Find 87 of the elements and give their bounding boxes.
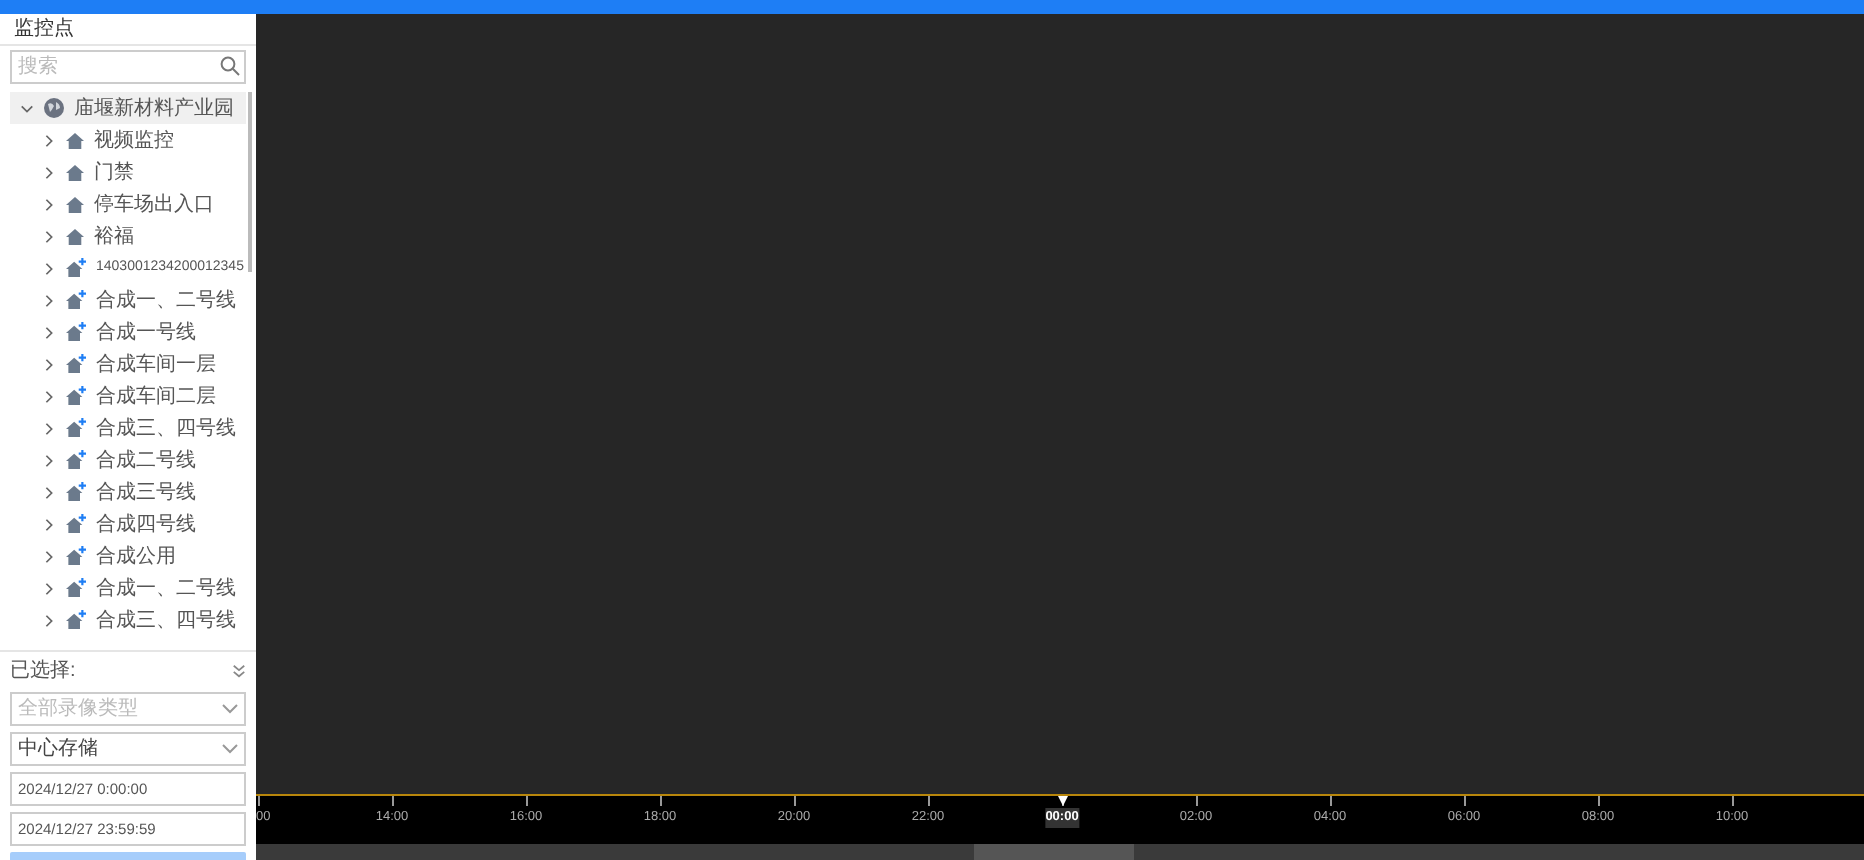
caret-icon — [222, 704, 238, 714]
chevron-right-icon[interactable] — [42, 197, 56, 211]
tree-item[interactable]: 庙堰新材料产业园 — [10, 92, 246, 124]
chevron-down-icon[interactable] — [20, 101, 34, 115]
tree-item[interactable]: 合成公用 — [10, 540, 246, 572]
tree-label: 庙堰新材料产业园 — [74, 95, 234, 123]
storage-select[interactable]: 中心存储 — [10, 732, 246, 766]
select-placeholder: 全部录像类型 — [18, 695, 138, 724]
chevron-right-icon[interactable] — [42, 517, 56, 531]
panel-title: 监控点 — [14, 19, 74, 39]
house-plus-icon — [66, 258, 86, 278]
scrollbar-thumb[interactable] — [248, 92, 252, 272]
tick-mark — [1732, 796, 1734, 806]
tree-label: 合成三、四号线 — [96, 607, 236, 635]
tick-mark — [928, 796, 930, 806]
chevron-right-icon[interactable] — [42, 293, 56, 307]
chevron-right-icon[interactable] — [42, 133, 56, 147]
tree-label: 合成一、二号线 — [96, 287, 236, 315]
chevron-right-icon[interactable] — [42, 325, 56, 339]
house-plus-icon — [66, 386, 86, 406]
tree-label: 合成公用 — [96, 543, 176, 571]
tree-item[interactable]: 合成一、二号线 — [10, 572, 246, 604]
tree-item[interactable]: 合成三、四号线 — [10, 604, 246, 636]
tree-item[interactable]: 合成三号线 — [10, 476, 246, 508]
house-plus-icon — [66, 290, 86, 310]
tree-item[interactable]: 裕福 — [10, 220, 246, 252]
chevron-right-icon[interactable] — [42, 261, 56, 275]
scrollbar-thumb[interactable] — [974, 844, 1134, 860]
tree-label: 裕福 — [94, 223, 134, 251]
tree-item[interactable]: 合成一、二号线 — [10, 284, 246, 316]
chevron-right-icon[interactable] — [42, 389, 56, 403]
house-plus-icon — [66, 418, 86, 438]
tree-label: 视频监控 — [94, 127, 174, 155]
tick-mark — [1598, 796, 1600, 806]
chevron-right-icon[interactable] — [42, 165, 56, 179]
tick-mark — [392, 796, 394, 806]
tree-label: 合成车间二层 — [96, 383, 216, 411]
globe-icon — [44, 98, 64, 118]
tree-label: 合成二号线 — [96, 447, 196, 475]
tick-mark — [526, 796, 528, 806]
house-plus-icon — [66, 610, 86, 630]
tree-item[interactable]: 合成车间二层 — [10, 380, 246, 412]
tick-mark — [1330, 796, 1332, 806]
tick-mark — [1464, 796, 1466, 806]
tree-item[interactable]: 合成一号线 — [10, 316, 246, 348]
tree-item[interactable]: 门禁 — [10, 156, 246, 188]
tree-label: 门禁 — [94, 159, 134, 187]
house-plus-icon — [66, 482, 86, 502]
chevron-right-icon[interactable] — [42, 613, 56, 627]
search-field[interactable]: 搜索 — [10, 50, 246, 84]
tick-mark — [660, 796, 662, 806]
tree-label: 停车场出入口 — [94, 191, 214, 219]
house-plus-icon — [66, 450, 86, 470]
chevron-right-icon[interactable] — [42, 421, 56, 435]
tree-item[interactable]: 视频监控 — [10, 124, 246, 156]
select-value: 中心存储 — [18, 735, 98, 764]
tick-mark — [1196, 796, 1198, 806]
tree-label: 合成车间一层 — [96, 351, 216, 379]
chevron-right-icon[interactable] — [42, 357, 56, 371]
double-chevron-icon[interactable] — [232, 663, 246, 677]
search-icon[interactable] — [220, 56, 240, 76]
tree-label: 合成一、二号线 — [96, 575, 236, 603]
time-cursor[interactable] — [1058, 796, 1068, 806]
house-plus-icon — [66, 322, 86, 342]
house-plus-icon — [66, 578, 86, 598]
tree-label: 合成三号线 — [96, 479, 196, 507]
tree-label: 合成一号线 — [96, 319, 196, 347]
chevron-right-icon[interactable] — [42, 549, 56, 563]
selected-label: 已选择: — [10, 657, 76, 685]
tick-mark — [258, 796, 260, 806]
chevron-right-icon[interactable] — [42, 581, 56, 595]
chevron-right-icon[interactable] — [42, 229, 56, 243]
tree-item[interactable]: 合成二号线 — [10, 444, 246, 476]
tick-mark — [794, 796, 796, 806]
house-plus-icon — [66, 514, 86, 534]
tree-label: 合成四号线 — [96, 511, 196, 539]
house-plus-icon — [66, 354, 86, 374]
tree-item[interactable]: 合成车间一层 — [10, 348, 246, 380]
caret-icon — [222, 744, 238, 754]
tree-item[interactable]: 停车场出入口 — [10, 188, 246, 220]
horizontal-scrollbar[interactable] — [256, 844, 1864, 860]
house-plus-icon — [66, 546, 86, 566]
chevron-right-icon[interactable] — [42, 485, 56, 499]
tree-label: 合成三、四号线 — [96, 415, 236, 443]
tree-item[interactable]: 合成三、四号线 — [10, 412, 246, 444]
tree-item[interactable]: 合成四号线 — [10, 508, 246, 540]
chevron-right-icon[interactable] — [42, 453, 56, 467]
